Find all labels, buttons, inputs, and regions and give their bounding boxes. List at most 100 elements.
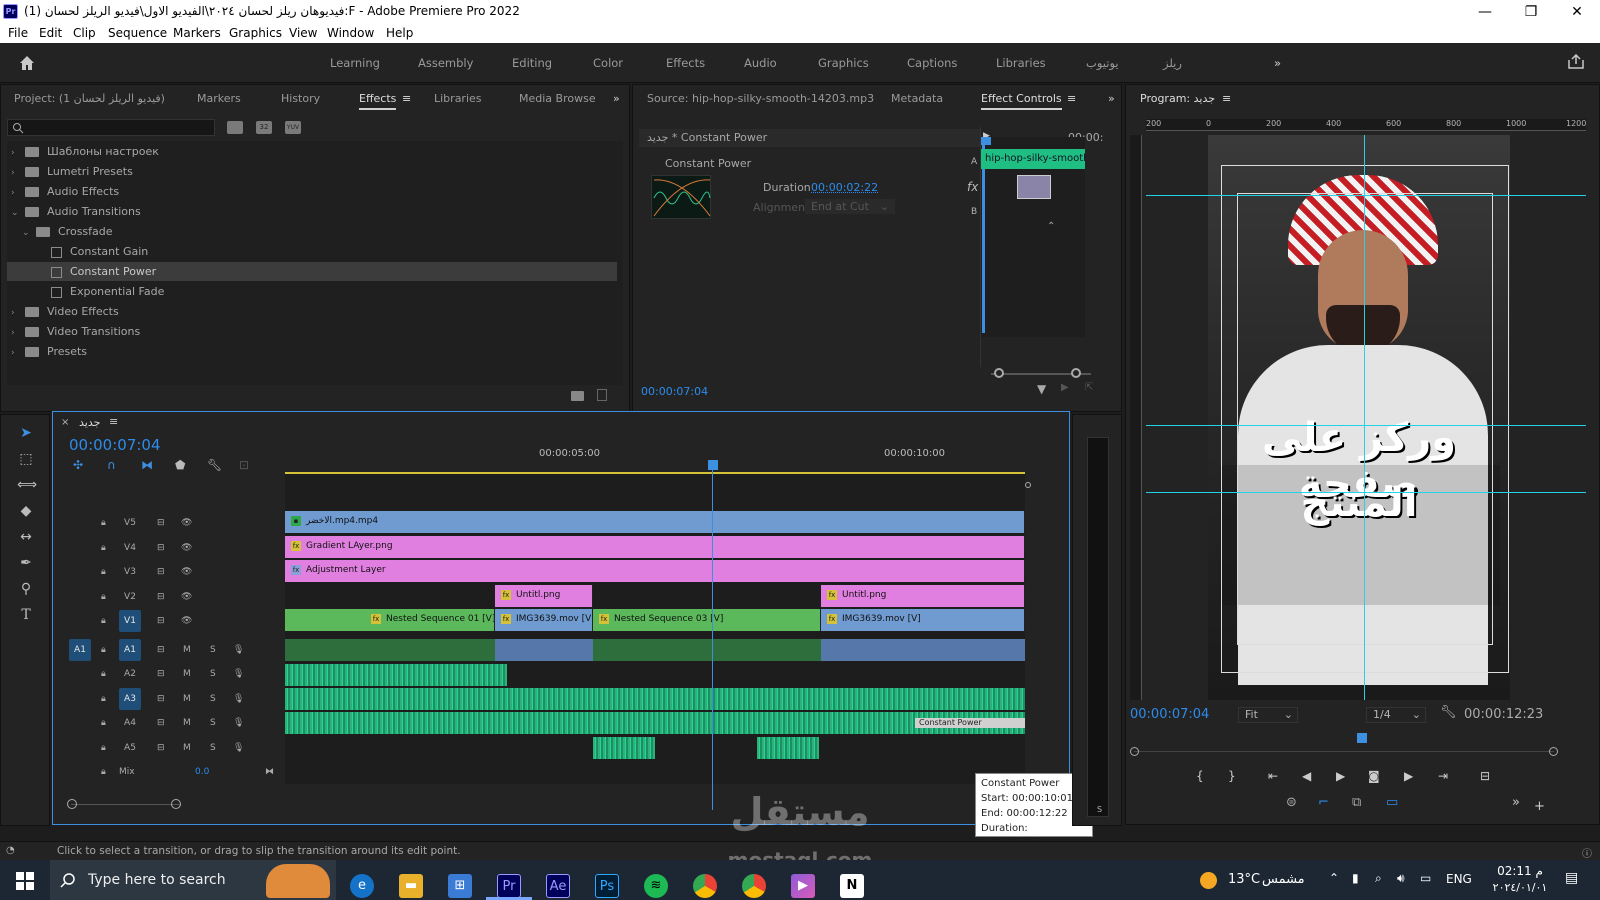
lock-icon[interactable]: 🔒︎ — [101, 567, 106, 577]
menu-graphics[interactable]: Graphics — [229, 26, 282, 40]
transition-block[interactable] — [1017, 175, 1051, 199]
mute-button[interactable]: M — [183, 669, 191, 679]
camera-icon[interactable]: ◙ — [1368, 769, 1380, 783]
lock-icon[interactable]: 🔒︎ — [101, 694, 106, 704]
program-playhead[interactable] — [1357, 733, 1367, 743]
mix-end-icon[interactable]: ⧓ — [265, 767, 274, 777]
lock-icon[interactable]: 🔒︎ — [101, 669, 106, 679]
workspace-youtube[interactable]: يوتيوب — [1086, 56, 1119, 70]
snap-icon[interactable]: ∩ — [107, 458, 116, 472]
file-explorer-icon[interactable]: ▬ — [399, 874, 423, 898]
chrome-profile-icon[interactable] — [742, 874, 766, 898]
track-name-a2[interactable]: A2 — [119, 663, 141, 685]
program-menu-icon[interactable]: ≡ — [1222, 92, 1231, 105]
sync-lock-icon[interactable]: ⊟ — [157, 694, 165, 704]
track-name-a5[interactable]: A5 — [119, 737, 141, 759]
minimize-button[interactable]: — — [1462, 1, 1508, 23]
lock-icon[interactable]: 🔒︎ — [101, 592, 106, 602]
sequence-menu-icon[interactable]: ≡ — [109, 415, 118, 428]
accelerated-effects-filter-icon[interactable] — [227, 121, 243, 134]
lock-icon[interactable]: 🔒︎ — [101, 645, 106, 655]
workspace-effects[interactable]: Effects — [666, 56, 705, 70]
spotify-icon[interactable]: ≋ — [644, 874, 668, 898]
menu-edit[interactable]: Edit — [39, 26, 62, 40]
workspace-color[interactable]: Color — [593, 56, 623, 70]
vertical-scroll-handle[interactable] — [1025, 482, 1031, 488]
share-icon[interactable] — [1567, 54, 1585, 70]
menu-file[interactable]: File — [8, 26, 28, 40]
ec-audio-clip[interactable]: hip-hop-silky-smooth — [981, 149, 1085, 169]
tab-menu-icon[interactable]: ≡ — [1067, 92, 1076, 105]
guide-line-h3[interactable] — [1146, 492, 1586, 493]
track-select-tool-icon[interactable]: ⬚ — [17, 451, 35, 469]
track-name-v3[interactable]: V3 — [119, 561, 141, 583]
clip-v2-b[interactable]: fx Untitl.png — [821, 585, 1025, 607]
step-back-icon[interactable]: ◀︎ — [1302, 769, 1311, 783]
workspace-graphics[interactable]: Graphics — [818, 56, 869, 70]
filter-icon[interactable]: ▼ — [1037, 382, 1046, 396]
eye-icon[interactable]: 👁︎ — [181, 543, 192, 553]
panel-overflow-icon[interactable]: » — [1108, 92, 1115, 105]
add-button-icon[interactable]: + — [1534, 799, 1545, 814]
nest-icon[interactable]: ✣ — [73, 458, 83, 472]
compare-icon[interactable]: ⧉ — [1352, 795, 1361, 810]
captions-icon[interactable]: ⊡ — [239, 458, 249, 472]
source-patch-a1[interactable]: A1 — [69, 639, 91, 661]
ec-timecode[interactable]: 00:00:07:04 — [641, 385, 708, 398]
lock-icon[interactable]: 🔒︎ — [101, 718, 106, 728]
taskbar-time[interactable]: 02:11 م — [1490, 864, 1550, 878]
chevron-up-icon[interactable]: ⌃ — [1047, 221, 1055, 232]
menu-sequence[interactable]: Sequence — [108, 26, 167, 40]
workspace-learning[interactable]: Learning — [330, 56, 380, 70]
workspace-assembly[interactable]: Assembly — [418, 56, 473, 70]
mark-in-icon[interactable]: { — [1196, 769, 1204, 783]
tray-overflow-icon[interactable]: ⌃ — [1329, 871, 1339, 885]
close-button[interactable]: ✕ — [1554, 1, 1600, 23]
workspace-libraries[interactable]: Libraries — [996, 56, 1046, 70]
razor-tool-icon[interactable]: ◆ — [17, 503, 35, 521]
workspaces-overflow-icon[interactable]: » — [1274, 56, 1281, 70]
zoom-tool-icon[interactable]: ⚲ — [17, 581, 35, 599]
playhead-handle[interactable] — [708, 460, 718, 470]
play-icon[interactable]: ▶︎ — [1336, 769, 1345, 783]
taskbar-search-box[interactable]: Type here to search — [50, 860, 336, 900]
clipchamp-icon[interactable]: ▶ — [791, 874, 815, 898]
ripple-edit-tool-icon[interactable]: ⟺ — [17, 477, 37, 495]
mix-value[interactable]: 0.0 — [195, 767, 209, 777]
audio-clip-a3[interactable] — [285, 688, 1025, 710]
audio-clip-a1-c[interactable] — [593, 639, 821, 661]
slip-tool-icon[interactable]: ↔ — [17, 529, 35, 547]
selection-tool-icon[interactable]: ➤ — [17, 425, 35, 443]
type-tool-icon[interactable]: T — [17, 607, 35, 625]
scrub-handle-right[interactable] — [1549, 747, 1558, 756]
program-timecode[interactable]: 00:00:07:04 — [1130, 707, 1209, 722]
track-name-v2[interactable]: V2 — [119, 586, 141, 608]
zoom-select[interactable]: Fit ⌄ — [1238, 707, 1298, 723]
effects-search-input[interactable] — [7, 119, 215, 136]
zoom-handle-left[interactable] — [67, 799, 77, 809]
photoshop-icon[interactable]: Ps — [595, 874, 619, 898]
tray-mic-icon[interactable]: ⌕ — [1375, 871, 1382, 886]
menu-view[interactable]: View — [289, 26, 317, 40]
tab-effect-controls[interactable]: Effect Controls — [981, 92, 1062, 110]
pen-tool-icon[interactable]: ✒ — [17, 555, 35, 573]
overflow-icon[interactable]: » — [1512, 795, 1520, 810]
zoom-handle-right[interactable] — [171, 799, 181, 809]
menu-markers[interactable]: Markers — [173, 26, 221, 40]
program-scrub-bar[interactable] — [1134, 751, 1554, 752]
microphone-icon[interactable]: 🎙︎ — [233, 645, 244, 655]
sync-lock-icon[interactable]: ⊟ — [157, 592, 165, 602]
tree-item-presets-ru[interactable]: › Шаблоны настроек — [7, 142, 617, 161]
lock-icon[interactable]: 🔒︎ — [101, 767, 106, 777]
tab-markers[interactable]: Markers — [197, 92, 241, 105]
clip-v5[interactable]: ▪ الاخضر.mp4.mp4 — [285, 511, 1025, 533]
tree-item-crossfade[interactable]: ⌄ Crossfade — [7, 222, 617, 241]
sync-lock-icon[interactable]: ⊟ — [157, 616, 165, 626]
clip-v4[interactable]: fx Gradient LAyer.png — [285, 536, 1025, 558]
tree-item-audio-effects[interactable]: › Audio Effects — [7, 182, 617, 201]
solo-meter-label[interactable]: S — [1097, 805, 1102, 814]
delete-icon[interactable] — [597, 389, 607, 401]
tab-source[interactable]: Source: hip-hop-silky-smooth-14203.mp3 — [647, 92, 874, 105]
tab-menu-icon[interactable]: ≡ — [402, 92, 411, 105]
step-forward-icon[interactable]: ▶︎ — [1404, 769, 1413, 783]
